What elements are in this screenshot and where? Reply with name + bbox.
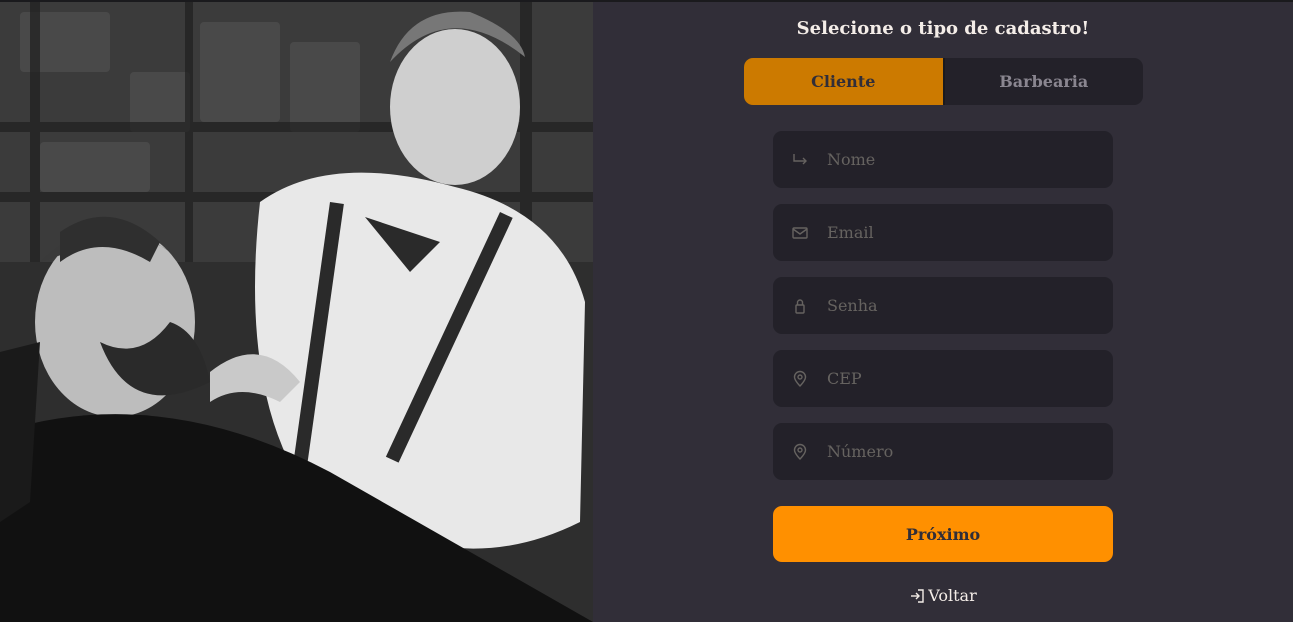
password-field (773, 277, 1113, 334)
password-input[interactable] (825, 284, 1099, 327)
cep-field (773, 350, 1113, 407)
toggle-cliente[interactable]: Cliente (744, 58, 945, 105)
arrow-return-icon (790, 150, 810, 170)
back-label: Voltar (928, 586, 977, 605)
cep-input[interactable] (825, 357, 1099, 400)
email-input[interactable] (825, 211, 1099, 254)
log-in-icon (909, 588, 925, 604)
name-input[interactable] (825, 138, 1099, 181)
page-title: Selecione o tipo de cadastro! (796, 18, 1090, 39)
toggle-barbearia[interactable]: Barbearia (945, 58, 1144, 105)
signup-panel: Selecione o tipo de cadastro! Cliente Ba… (593, 2, 1293, 622)
number-input[interactable] (825, 430, 1099, 473)
account-type-toggle: Cliente Barbearia (744, 58, 1143, 105)
email-field (773, 204, 1113, 261)
lock-icon (790, 296, 810, 316)
number-field (773, 423, 1113, 480)
map-pin-icon (790, 442, 810, 462)
barber-photo (0, 2, 593, 622)
name-field (773, 131, 1113, 188)
envelope-icon (790, 223, 810, 243)
map-pin-icon (790, 369, 810, 389)
next-button[interactable]: Próximo (773, 506, 1113, 562)
back-link[interactable]: Voltar (593, 586, 1293, 605)
